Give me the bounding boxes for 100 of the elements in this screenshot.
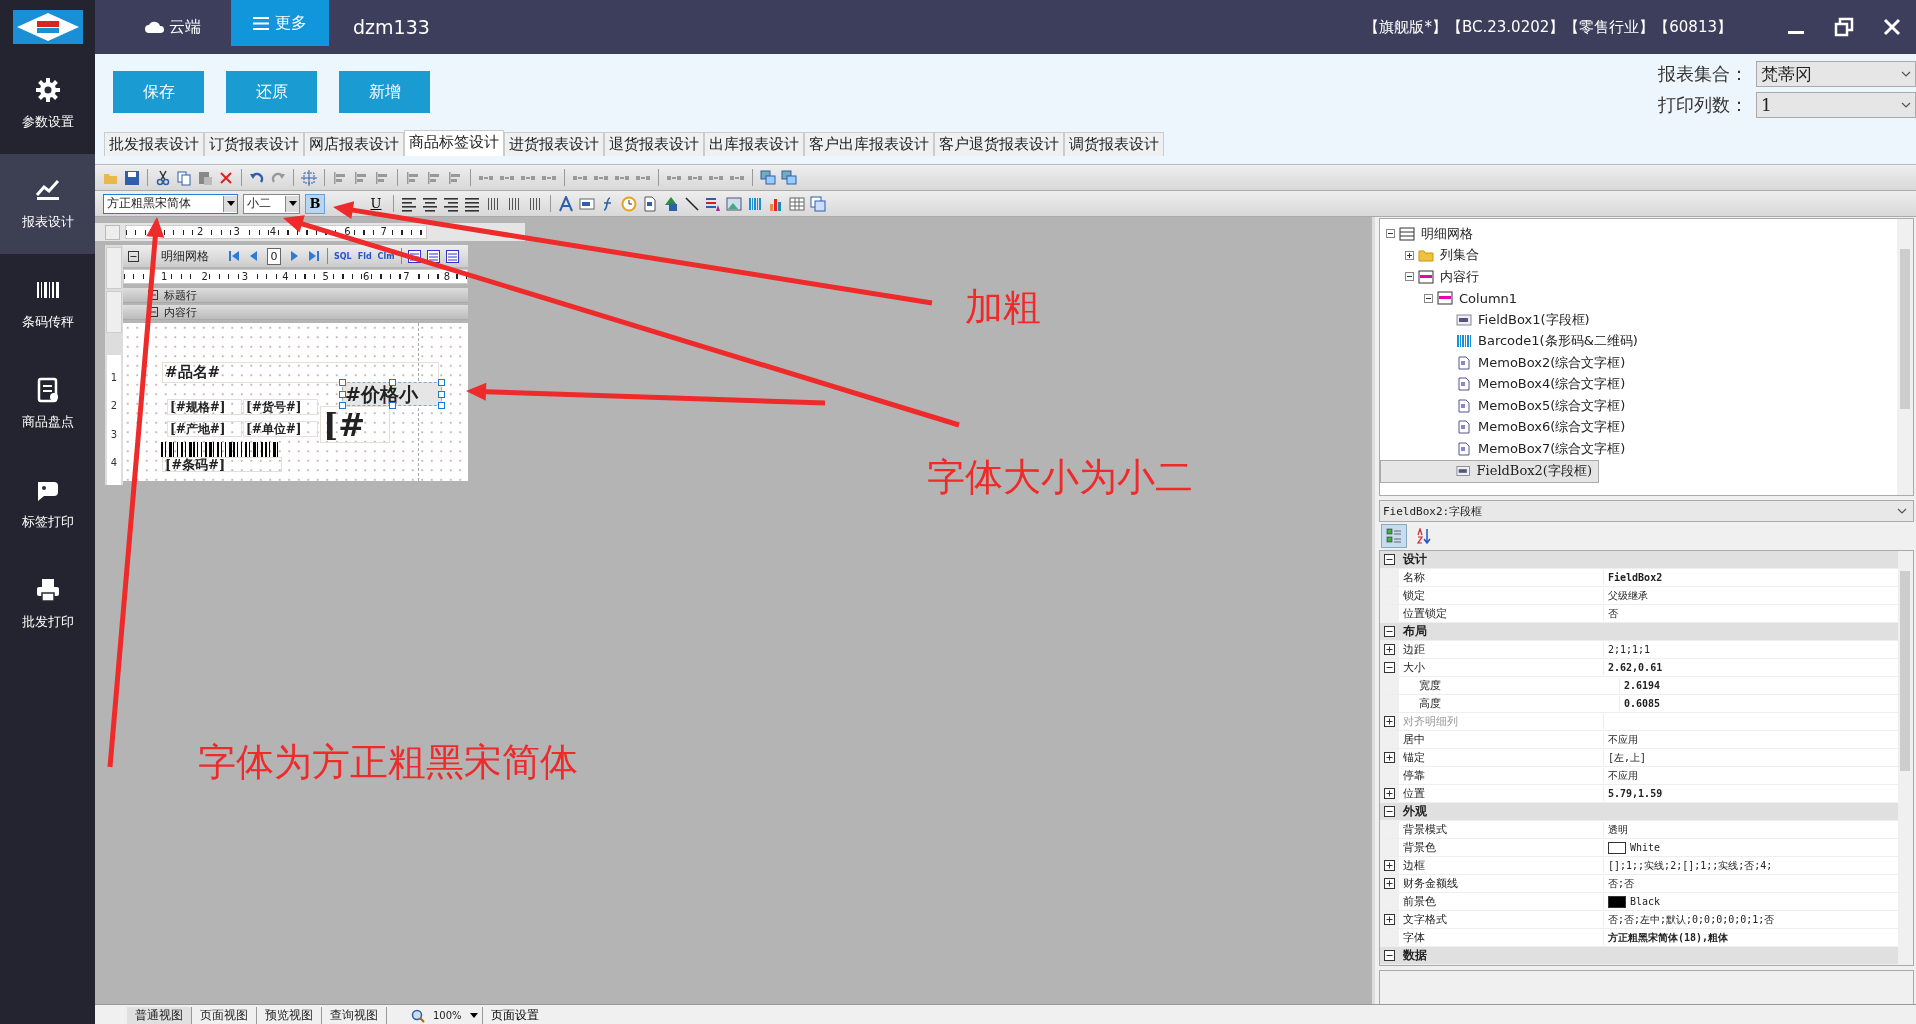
property-value[interactable]: 0.6085 xyxy=(1624,698,1661,709)
tab[interactable]: 出库报表设计 xyxy=(704,132,804,156)
label-field[interactable]: [#条码#] xyxy=(162,457,282,472)
bars-icon[interactable] xyxy=(485,195,501,212)
tree-item[interactable]: MemoBox5(综合文字框) xyxy=(1380,395,1893,417)
select-field[interactable]: 1 xyxy=(1756,92,1916,118)
grid-tool-icon[interactable] xyxy=(426,249,440,263)
table-icon[interactable] xyxy=(789,195,805,212)
tree-item[interactable]: FieldBox2(字段框) xyxy=(1380,459,1599,483)
label-field[interactable]: [#单位#] xyxy=(243,421,318,437)
expand-icon[interactable] xyxy=(1384,860,1395,871)
band-header[interactable]: 内容行 xyxy=(123,305,468,320)
collapse-icon[interactable] xyxy=(1424,293,1433,303)
collapse-icon[interactable] xyxy=(1384,626,1395,637)
font-size-select[interactable]: 小二 xyxy=(243,193,300,214)
justify-icon[interactable] xyxy=(464,195,480,212)
view-tab[interactable]: 普通视图 xyxy=(127,1007,192,1024)
tab[interactable]: 网店报表设计 xyxy=(304,132,404,156)
sidebar-item[interactable]: 标签打印 xyxy=(0,454,95,554)
layer-icon[interactable] xyxy=(760,169,776,186)
property-value[interactable]: 否 xyxy=(1608,606,1618,621)
tab[interactable]: 订货报表设计 xyxy=(204,132,304,156)
property-category[interactable]: 布局 xyxy=(1380,623,1898,641)
property-value[interactable]: 5.79,1.59 xyxy=(1608,788,1663,799)
designer-tool-button[interactable]: Clm xyxy=(377,251,395,261)
align-center-icon[interactable] xyxy=(422,195,438,212)
cut-icon[interactable] xyxy=(155,169,171,186)
collapse-icon[interactable] xyxy=(1405,272,1414,282)
text-style-button[interactable]: U xyxy=(366,193,386,214)
tree-item[interactable]: Column1 xyxy=(1380,287,1893,309)
tree-item[interactable]: MemoBox4(综合文字框) xyxy=(1380,373,1893,395)
property-value[interactable]: 透明 xyxy=(1608,822,1628,837)
page-number-field[interactable]: 0 xyxy=(267,247,281,265)
copy-icon[interactable] xyxy=(176,169,192,186)
barcode-icon[interactable] xyxy=(747,195,763,212)
tab[interactable]: 商品标签设计 xyxy=(404,130,504,156)
memo-icon[interactable] xyxy=(642,195,658,212)
collapse-icon[interactable] xyxy=(1384,950,1395,961)
expand-icon[interactable] xyxy=(1384,752,1395,763)
object-select[interactable]: FieldBox2:字段框 xyxy=(1379,500,1914,522)
tree-item[interactable]: MemoBox7(综合文字框) xyxy=(1380,438,1893,460)
tree-item[interactable]: FieldBox1(字段框) xyxy=(1380,309,1893,331)
categorized-view-button[interactable] xyxy=(1381,524,1407,548)
sidebar-item[interactable]: 商品盘点 xyxy=(0,354,95,454)
tab[interactable]: 批发报表设计 xyxy=(104,132,204,156)
label-field[interactable]: [#货号#] xyxy=(243,399,318,415)
property-value[interactable]: 不应用 xyxy=(1608,768,1638,783)
property-value[interactable]: FieldBox2 xyxy=(1608,572,1663,583)
property-value[interactable]: 否;否;左中;默认;0;0;0;0;0;1;否 xyxy=(1608,912,1775,927)
property-category[interactable]: 设计 xyxy=(1380,551,1898,569)
tab[interactable]: 进货报表设计 xyxy=(504,132,604,156)
expand-icon[interactable] xyxy=(1384,788,1395,799)
property-category[interactable]: 数据 xyxy=(1380,947,1898,965)
tab[interactable]: 客户出库报表设计 xyxy=(804,132,934,156)
property-value[interactable]: [];1;;实线;2;[];1;;实线;否;4; xyxy=(1608,858,1773,873)
property-value[interactable]: 否;否 xyxy=(1608,876,1635,891)
tree-item[interactable]: MemoBox2(综合文字框) xyxy=(1380,352,1893,374)
select-field[interactable]: 梵蒂冈 xyxy=(1756,61,1916,87)
tree-item[interactable]: 列集合 xyxy=(1380,244,1893,266)
expand-icon[interactable] xyxy=(1384,644,1395,655)
property-value[interactable]: 2.6194 xyxy=(1624,680,1661,691)
font-select[interactable]: 方正粗黑宋简体 xyxy=(103,193,238,214)
rich-text-icon[interactable] xyxy=(705,195,721,212)
line-icon[interactable] xyxy=(684,195,700,212)
sidebar-item[interactable]: 报表设计 xyxy=(0,154,95,254)
property-value[interactable]: 方正粗黑宋简体(18),粗体 xyxy=(1608,930,1729,945)
tree-item[interactable]: MemoBox6(综合文字框) xyxy=(1380,416,1893,438)
collapse-icon[interactable] xyxy=(1386,229,1395,239)
select-frame-icon[interactable] xyxy=(301,169,317,186)
sidebar-item[interactable]: 参数设置 xyxy=(0,54,95,154)
label-field[interactable]: #价格小 xyxy=(342,382,442,406)
first-page-icon[interactable] xyxy=(227,249,241,263)
grid-tool-icon[interactable] xyxy=(445,249,459,263)
subreport-icon[interactable] xyxy=(810,195,826,212)
shapes-icon[interactable] xyxy=(663,195,679,212)
property-value[interactable]: 2;1;1;1 xyxy=(1608,644,1651,655)
label-field[interactable]: [#规格#] xyxy=(167,399,242,415)
sidebar-item[interactable]: 批发打印 xyxy=(0,554,95,654)
bars-icon[interactable] xyxy=(527,195,543,212)
bars-icon[interactable] xyxy=(506,195,522,212)
tab[interactable]: 客户退货报表设计 xyxy=(934,132,1064,156)
property-value[interactable]: [左,上] xyxy=(1608,750,1647,765)
collapse-icon[interactable] xyxy=(1384,554,1395,565)
collapse-icon[interactable] xyxy=(128,250,139,262)
close-icon[interactable] xyxy=(1882,17,1902,37)
property-value[interactable]: White xyxy=(1630,842,1661,853)
sidebar-item[interactable]: 条码传秤 xyxy=(0,254,95,354)
property-value[interactable]: Black xyxy=(1630,896,1661,907)
expand-icon[interactable] xyxy=(1405,250,1414,260)
font-icon[interactable] xyxy=(558,195,574,212)
text-style-button[interactable]: B xyxy=(305,193,325,214)
restore-icon[interactable] xyxy=(1834,17,1854,37)
tab[interactable]: 退货报表设计 xyxy=(604,132,704,156)
collapse-icon[interactable] xyxy=(1384,662,1395,673)
property-category[interactable]: 外观 xyxy=(1380,803,1898,821)
delete-icon[interactable] xyxy=(218,169,234,186)
tab[interactable]: 调货报表设计 xyxy=(1064,132,1164,156)
property-value[interactable]: 父级继承 xyxy=(1608,588,1648,603)
label-field[interactable]: [# xyxy=(320,406,390,443)
paste-icon[interactable] xyxy=(197,169,213,186)
